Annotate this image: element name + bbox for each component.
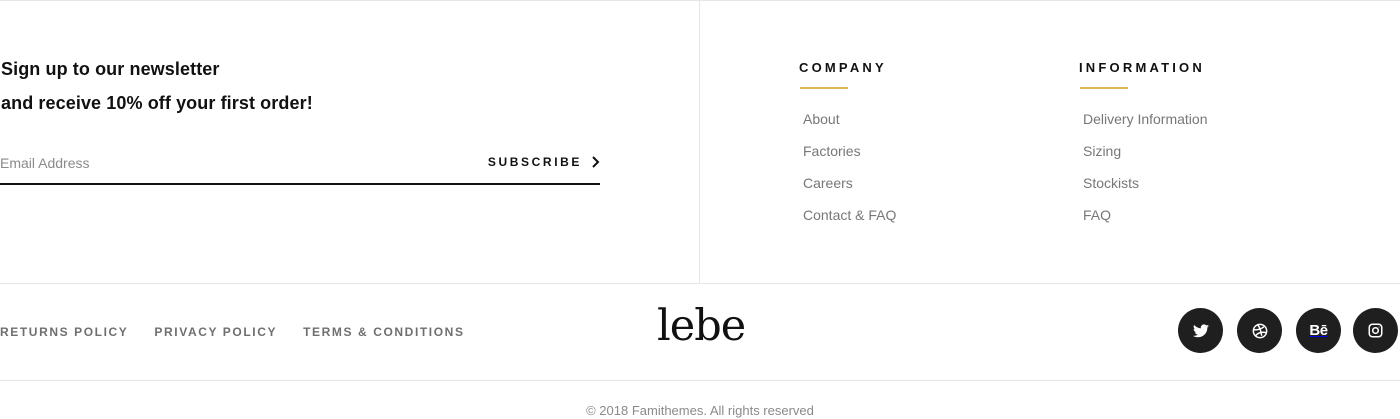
newsletter-heading-line1: Sign up to our newsletter	[1, 59, 220, 79]
information-title-underline	[1080, 87, 1128, 89]
bottom-divider	[0, 380, 1400, 381]
instagram-button[interactable]	[1353, 308, 1398, 353]
twitter-icon	[1192, 323, 1209, 337]
privacy-policy-link[interactable]: PRIVACY POLICY	[154, 325, 277, 339]
newsletter-heading-line2: and receive 10% off your first order!	[1, 93, 313, 113]
vertical-divider	[699, 0, 700, 283]
behance-button[interactable]: Bē	[1296, 308, 1341, 353]
company-link-contact[interactable]: Contact & FAQ	[803, 207, 896, 223]
chevron-right-icon	[592, 156, 600, 168]
info-link-delivery[interactable]: Delivery Information	[1083, 111, 1208, 127]
returns-policy-link[interactable]: RETURNS POLICY	[0, 325, 128, 339]
information-title: INFORMATION	[1079, 60, 1205, 75]
copyright-text: © 2018 Famithemes. All rights reserved	[586, 403, 814, 418]
email-input[interactable]	[0, 148, 470, 178]
instagram-icon	[1368, 323, 1383, 338]
information-column: INFORMATION Delivery Information Sizing …	[1079, 60, 1208, 239]
company-title-underline	[800, 87, 848, 89]
behance-icon: Bē	[1309, 322, 1328, 339]
company-link-careers[interactable]: Careers	[803, 175, 853, 191]
company-column: COMPANY About Factories Careers Contact …	[799, 60, 896, 239]
info-link-faq[interactable]: FAQ	[1083, 207, 1111, 223]
company-link-factories[interactable]: Factories	[803, 143, 861, 159]
terms-conditions-link[interactable]: TERMS & CONDITIONS	[303, 325, 464, 339]
company-title: COMPANY	[799, 60, 887, 75]
twitter-button[interactable]	[1178, 308, 1223, 353]
newsletter-section: Sign up to our newsletter and receive 10…	[0, 0, 700, 283]
dribbble-button[interactable]	[1237, 308, 1282, 353]
brand-logo[interactable]: lebe	[657, 300, 746, 352]
footer-divider	[0, 283, 1400, 284]
info-link-sizing[interactable]: Sizing	[1083, 143, 1121, 159]
newsletter-form: SUBSCRIBE	[0, 148, 600, 185]
info-link-stockists[interactable]: Stockists	[1083, 175, 1139, 191]
subscribe-label: SUBSCRIBE	[487, 155, 582, 169]
subscribe-button[interactable]: SUBSCRIBE	[488, 155, 600, 169]
company-link-about[interactable]: About	[803, 111, 840, 127]
policy-links: RETURNS POLICY PRIVACY POLICY TERMS & CO…	[0, 325, 465, 339]
dribbble-icon	[1252, 323, 1267, 338]
